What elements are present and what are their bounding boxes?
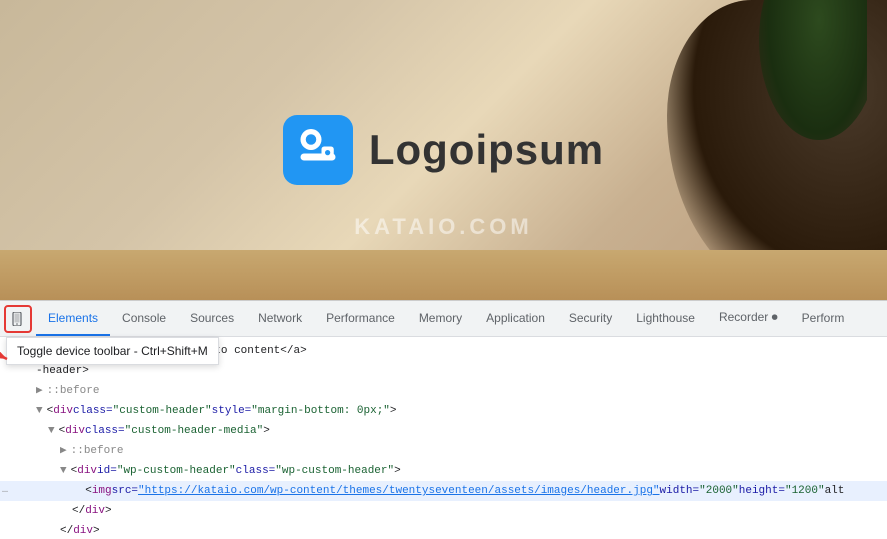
tab-sources[interactable]: Sources — [178, 301, 246, 336]
code-line-close-div-2: </div> — [0, 521, 887, 539]
device-toolbar-tooltip: Toggle device toolbar - Ctrl+Shift+M — [6, 337, 219, 365]
code-line-before-2: ▶ ::before — [0, 441, 887, 461]
tab-memory[interactable]: Memory — [407, 301, 474, 336]
devtools-toolbar: Elements Console Sources Network Perform… — [0, 301, 887, 337]
code-line-before-1: ▶ ::before — [0, 381, 887, 401]
code-line-div-custom-header-media: ▼ <div class="custom-header-media" > — [0, 421, 887, 441]
browser-viewport: Logoipsum KATAIO.COM — [0, 0, 887, 300]
devtools-code-panel: -text href="#content">Skip to content</a… — [0, 337, 887, 539]
table-surface — [0, 250, 887, 300]
tab-perform[interactable]: Perform — [790, 301, 857, 336]
tab-console[interactable]: Console — [110, 301, 178, 336]
browser-background: Logoipsum KATAIO.COM — [0, 0, 887, 300]
code-line-img: … <img src="https://kataio.com/wp-conten… — [0, 481, 887, 501]
logo-container: Logoipsum — [283, 115, 604, 185]
tab-elements[interactable]: Elements — [36, 301, 110, 336]
logo-icon — [283, 115, 353, 185]
devtools-panel: Elements Console Sources Network Perform… — [0, 300, 887, 539]
tab-performance[interactable]: Performance — [314, 301, 407, 336]
tab-lighthouse[interactable]: Lighthouse — [624, 301, 707, 336]
device-toolbar-icon — [11, 312, 25, 326]
code-line-div-custom-header: ▼ <div class="custom-header" style="marg… — [0, 401, 887, 421]
toggle-device-toolbar-button[interactable] — [4, 305, 32, 333]
logo-text: Logoipsum — [369, 126, 604, 174]
tab-security[interactable]: Security — [557, 301, 624, 336]
code-line-close-div-1: </div> — [0, 501, 887, 521]
code-line-wp-custom-header: ▼ <div id="wp-custom-header" class="wp-c… — [0, 461, 887, 481]
tab-network[interactable]: Network — [246, 301, 314, 336]
watermark: KATAIO.COM — [354, 214, 533, 240]
devtools-icons — [0, 305, 36, 333]
tab-application[interactable]: Application — [474, 301, 557, 336]
tab-recorder[interactable]: Recorder ⏺ — [707, 301, 790, 336]
devtools-tabs: Elements Console Sources Network Perform… — [36, 301, 856, 336]
